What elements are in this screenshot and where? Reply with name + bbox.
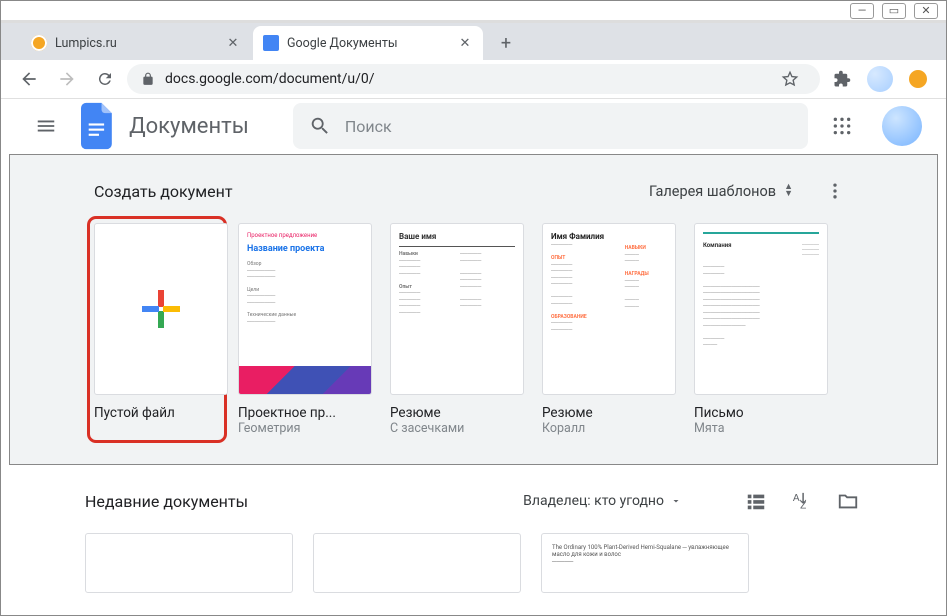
docs-header: Документы Поиск xyxy=(1,99,946,154)
tab-strip: Lumpics.ru ✕ Google Документы ✕ + xyxy=(1,23,946,60)
template-title: Пустой файл xyxy=(94,405,220,421)
recent-doc-item[interactable] xyxy=(313,533,521,593)
browser-window: — ▭ ✕ Lumpics.ru ✕ Google Документы ✕ + … xyxy=(0,0,947,616)
apps-grid-icon xyxy=(832,116,852,136)
tab-close-icon[interactable]: ✕ xyxy=(457,35,473,51)
recent-heading-row: Недавние документы Владелец: кто угодно … xyxy=(85,487,862,515)
search-icon xyxy=(309,115,331,137)
app-title: Документы xyxy=(129,114,249,139)
template-thumb: Проектное предложение Название проекта О… xyxy=(238,223,372,395)
template-subtitle: С засечками xyxy=(390,421,524,436)
favicon-orange-icon xyxy=(31,35,47,51)
tab-title: Google Документы xyxy=(287,36,398,51)
recent-thumbs-row: The Ordinary 100% Plant-Derived Hemi-Squ… xyxy=(85,533,862,593)
owner-filter-label: Владелец: кто угодно xyxy=(523,493,664,509)
template-title: Письмо xyxy=(694,405,828,421)
template-subtitle: Геометрия xyxy=(238,421,372,436)
create-document-heading: Создать документ xyxy=(94,182,233,201)
gallery-label: Галерея шаблонов xyxy=(649,183,776,200)
lock-icon xyxy=(141,72,155,86)
template-heading-row: Создать документ Галерея шаблонов ▲▼ xyxy=(94,173,853,209)
template-project-proposal[interactable]: Проектное предложение Название проекта О… xyxy=(238,223,372,436)
address-field[interactable]: docs.google.com/document/u/0/ xyxy=(127,64,820,94)
template-subtitle: Коралл xyxy=(542,421,676,436)
os-titlebar: — ▭ ✕ xyxy=(1,1,946,23)
reload-button[interactable] xyxy=(89,63,121,95)
tab-close-icon[interactable]: ✕ xyxy=(225,35,241,51)
template-gallery-button[interactable]: Галерея шаблонов ▲▼ xyxy=(639,177,803,206)
maximize-button[interactable]: ▭ xyxy=(882,3,906,19)
more-options-button[interactable] xyxy=(817,173,853,209)
plus-multicolor-icon xyxy=(138,286,184,332)
avatar-small-icon xyxy=(867,66,893,92)
extension-orange-button[interactable] xyxy=(902,63,934,95)
template-resume-coral[interactable]: Имя Фамилия──────ОПЫТ───────────────────… xyxy=(542,223,676,436)
recent-heading: Недавние документы xyxy=(85,492,248,511)
owner-filter-dropdown[interactable]: Владелец: кто угодно xyxy=(523,493,682,509)
orange-dot-icon xyxy=(909,70,927,88)
caret-down-icon xyxy=(670,495,682,507)
search-placeholder: Поиск xyxy=(345,117,392,136)
template-subtitle: Мята xyxy=(694,421,828,436)
template-thumb: Ваше имя Навыки──────────────────Опыт───… xyxy=(390,223,524,395)
recent-doc-item[interactable]: The Ordinary 100% Plant-Derived Hemi-Squ… xyxy=(541,533,749,593)
template-title: Резюме xyxy=(390,405,524,421)
docs-logo-icon xyxy=(81,102,115,150)
apps-button[interactable] xyxy=(822,106,862,146)
address-bar: docs.google.com/document/u/0/ xyxy=(1,60,946,99)
reload-icon xyxy=(96,70,114,88)
profile-button[interactable] xyxy=(864,63,896,95)
folder-icon xyxy=(837,490,859,512)
template-letter-mint[interactable]: Компания────────────────── ─────────────… xyxy=(694,223,828,436)
template-title: Резюме xyxy=(542,405,676,421)
sort-button[interactable]: AZ xyxy=(788,487,816,515)
forward-button[interactable] xyxy=(51,63,83,95)
list-view-button[interactable] xyxy=(742,487,770,515)
recent-doc-item[interactable] xyxy=(85,533,293,593)
star-button[interactable] xyxy=(774,63,806,95)
template-title: Проектное пр... xyxy=(238,405,372,421)
sort-az-icon: AZ xyxy=(791,490,813,512)
star-icon xyxy=(781,70,799,88)
url-text: docs.google.com/document/u/0/ xyxy=(165,71,375,87)
tab-google-docs[interactable]: Google Документы ✕ xyxy=(253,26,483,60)
close-window-button[interactable]: ✕ xyxy=(914,3,938,19)
template-blank-thumb xyxy=(94,223,228,395)
main-menu-button[interactable] xyxy=(25,104,67,148)
extensions-button[interactable] xyxy=(826,63,858,95)
template-resume-serif[interactable]: Ваше имя Навыки──────────────────Опыт───… xyxy=(390,223,524,436)
tab-title: Lumpics.ru xyxy=(55,36,117,51)
unfold-icon: ▲▼ xyxy=(784,184,793,198)
template-blank[interactable]: Пустой файл xyxy=(90,219,224,440)
search-input[interactable]: Поиск xyxy=(293,103,808,149)
arrow-right-icon xyxy=(57,69,77,89)
back-button[interactable] xyxy=(13,63,45,95)
puzzle-icon xyxy=(833,70,851,88)
list-icon xyxy=(745,490,767,512)
recent-documents: Недавние документы Владелец: кто угодно … xyxy=(1,465,946,615)
file-picker-button[interactable] xyxy=(834,487,862,515)
template-thumb: Компания────────────────── ─────────────… xyxy=(694,223,828,395)
favicon-docs-icon xyxy=(263,35,279,51)
svg-text:A: A xyxy=(793,493,800,504)
minimize-button[interactable]: — xyxy=(850,3,874,19)
hamburger-icon xyxy=(35,115,57,137)
template-gallery: Создать документ Галерея шаблонов ▲▼ xyxy=(9,154,938,465)
template-thumb: Имя Фамилия──────ОПЫТ───────────────────… xyxy=(542,223,676,395)
view-controls: AZ xyxy=(742,487,862,515)
account-avatar[interactable] xyxy=(882,106,922,146)
tab-lumpics[interactable]: Lumpics.ru ✕ xyxy=(21,26,251,60)
new-tab-button[interactable]: + xyxy=(491,28,521,58)
arrow-left-icon xyxy=(19,69,39,89)
template-row: Пустой файл Проектное предложение Назван… xyxy=(94,223,853,436)
more-vert-icon xyxy=(825,181,845,201)
